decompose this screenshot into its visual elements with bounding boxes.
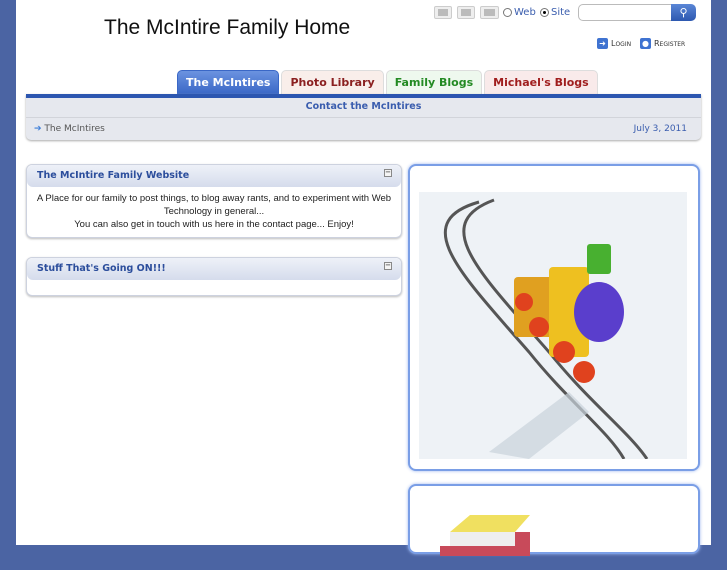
text-size-large-button[interactable]	[480, 6, 499, 19]
books-image-box	[408, 484, 700, 556]
page: The McIntire Family Home Web Site ⚲ ➜ Log…	[16, 0, 711, 556]
divider	[26, 117, 701, 118]
current-date: July 3, 2011	[633, 124, 687, 134]
login-label: Login	[611, 39, 632, 48]
box-title: Stuff That's Going ON!!!	[37, 263, 166, 274]
box-title: The McIntire Family Website	[37, 170, 190, 181]
arrow-icon: ➔	[34, 124, 42, 134]
search-button[interactable]: ⚲	[671, 4, 696, 21]
login-icon: ➜	[597, 38, 608, 49]
user-icon: ●	[640, 38, 651, 49]
welcome-text: A Place for our family to post things, t…	[36, 193, 392, 217]
tab-photo-library[interactable]: Photo Library	[281, 70, 384, 95]
tab-family-blogs[interactable]: Family Blogs	[385, 70, 483, 95]
search-input[interactable]	[578, 4, 672, 21]
search-web-radio[interactable]: Web	[503, 7, 536, 18]
books-image	[440, 515, 530, 556]
site-title: The McIntire Family Home	[104, 16, 351, 39]
breadcrumb-item[interactable]: The McIntires	[44, 124, 104, 134]
tab-the-mcintires[interactable]: The McIntires	[177, 70, 280, 95]
news-box: Stuff That's Going ON!!! −	[26, 257, 402, 296]
search-icon: ⚲	[679, 6, 688, 19]
contact-text: You can also get in touch with us here i…	[74, 219, 354, 230]
register-link[interactable]: ● Register	[640, 38, 685, 49]
text-size-small-button[interactable]	[434, 6, 452, 19]
contact-link[interactable]: Contact the McIntires	[26, 101, 701, 112]
register-label: Register	[654, 39, 686, 48]
login-link[interactable]: ➜ Login	[597, 38, 631, 49]
tab-michaels-blogs[interactable]: Michael's Blogs	[484, 70, 598, 95]
radio-web-label: Web	[514, 7, 536, 18]
search-site-radio[interactable]: Site	[540, 7, 570, 18]
text-size-medium-button[interactable]	[457, 6, 475, 19]
minimize-icon[interactable]: −	[384, 169, 392, 177]
main-tabs: The McIntires Photo Library Family Blogs…	[177, 70, 598, 95]
toy-train-image	[419, 192, 687, 459]
radio-site-label: Site	[551, 7, 571, 18]
breadcrumb: ➔ The McIntires	[34, 124, 105, 134]
minimize-icon[interactable]: −	[384, 262, 392, 270]
sub-navigation: Contact the McIntires ➔ The McIntires Ju…	[26, 94, 701, 140]
train-image-box	[408, 164, 700, 471]
welcome-box: The McIntire Family Website − A Place for…	[26, 164, 402, 238]
